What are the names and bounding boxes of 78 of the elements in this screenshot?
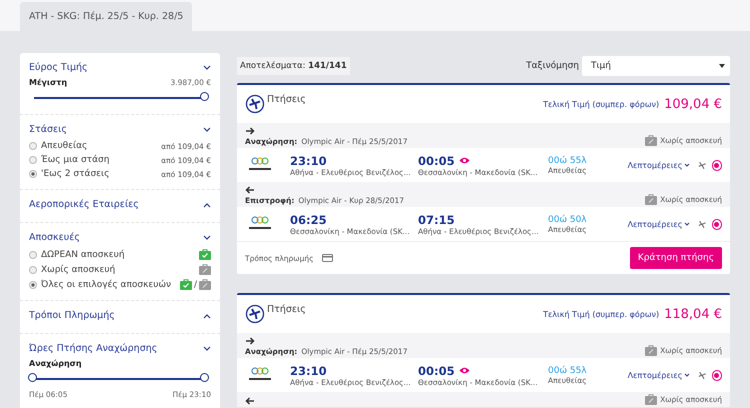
option-label[interactable]: Χωρίς αποσκευή (41, 264, 195, 274)
total-price: 118,04 € (664, 306, 722, 322)
luggage-icon (199, 279, 211, 290)
arrow-right-icon (245, 127, 255, 135)
caret-icon (719, 64, 725, 68)
option-label[interactable]: Όλες οι επιλογές αποσκευών (41, 280, 176, 290)
price-label: Τελική Τιμή (συμπερ. φόρων) (543, 100, 660, 108)
slider-handle[interactable] (200, 92, 209, 101)
caret-icon (684, 222, 690, 226)
credit-card-icon (322, 254, 332, 262)
filter-title[interactable]: Αποσκευές (29, 232, 80, 243)
arrow-left-icon (245, 397, 255, 405)
caret-icon (684, 163, 690, 167)
price-label: Τελική Τιμή (συμπερ. φόρων) (543, 310, 660, 318)
caret-icon (684, 373, 690, 377)
total-price: 109,04 € (664, 96, 722, 112)
radio-button[interactable] (29, 170, 37, 178)
slider-handle[interactable] (28, 373, 37, 382)
chevron-icon[interactable] (203, 346, 211, 352)
radio-button[interactable] (29, 250, 37, 258)
radio-button[interactable] (29, 280, 37, 288)
option-label[interactable]: Απευθείας (41, 141, 158, 151)
details-link[interactable]: Λεπτομέρειες (628, 160, 690, 170)
slider-handle[interactable] (200, 373, 209, 382)
filter-title[interactable]: Αεροπορικές Εταιρείες (29, 199, 139, 210)
luggage-icon (199, 264, 211, 275)
option-label[interactable]: ΔΩΡΕΑΝ αποσκευή (41, 250, 195, 260)
option-label[interactable]: Έως μια στάση (41, 155, 158, 165)
separator-text: / (194, 280, 197, 290)
plane-icon (245, 304, 265, 324)
option-label[interactable]: 'Εως 2 στάσεις (41, 169, 158, 179)
flight-duration: 00ώ 55λ (548, 156, 588, 166)
luggage-check-icon (199, 249, 211, 260)
arrival-time: 07:15 (418, 212, 455, 226)
radio-button[interactable] (29, 266, 37, 274)
card-title: Πτήσεις (267, 94, 306, 105)
chevron-icon[interactable] (203, 312, 211, 318)
slider-label: Μέγιστη (29, 78, 68, 87)
chevron-icon[interactable] (203, 202, 211, 208)
plane-icon (245, 94, 265, 114)
luggage-icon (645, 345, 658, 356)
luggage-icon (645, 194, 658, 205)
filter-title[interactable]: Εύρος Τιμής (29, 62, 88, 73)
flight-duration: 00ώ 55λ (548, 366, 588, 376)
chevron-icon[interactable] (203, 126, 211, 132)
radio-button[interactable] (29, 156, 37, 164)
plane-icon (698, 220, 706, 228)
filter-title[interactable]: Τρόποι Πληρωμής (29, 310, 115, 321)
flight-radio[interactable] (712, 370, 722, 380)
results-count: Αποτελέσματα: 141/141 (237, 57, 350, 75)
radio-button[interactable] (29, 142, 37, 150)
arrow-right-icon (245, 337, 255, 345)
arrival-time: 00:05 (418, 154, 455, 168)
departure-time: 23:10 (290, 364, 328, 378)
departure-time: 06:25 (290, 212, 328, 226)
slider-label: Αναχώρηση (29, 359, 82, 368)
plane-icon (698, 370, 706, 380)
route-tab[interactable]: ATH - SKG: Πέμ. 25/5 - Κυρ. 28/5 (20, 2, 192, 31)
plane-icon (698, 160, 706, 170)
departure-time: 23:10 (290, 154, 328, 168)
sort-label: Ταξινόμηση (526, 61, 579, 71)
details-link[interactable]: Λεπτομέρειες (628, 370, 690, 380)
flight-radio[interactable] (712, 218, 722, 230)
arrival-time: 00:05 (418, 364, 455, 378)
arrow-left-icon (245, 186, 255, 194)
luggage-icon (645, 394, 658, 405)
book-flight-button[interactable]: Κράτηση πτήσης (630, 247, 722, 269)
filter-title[interactable]: Στάσεις (29, 124, 67, 135)
flight-duration: 00ώ 50λ (548, 214, 588, 224)
card-title: Πτήσεις (267, 304, 306, 315)
flight-radio[interactable] (712, 160, 722, 170)
luggage-icon (645, 135, 658, 146)
filter-title[interactable]: Ώρες Πτήσης Αναχώρησης (29, 343, 158, 354)
chevron-icon[interactable] (203, 234, 211, 240)
chevron-icon[interactable] (203, 64, 211, 70)
luggage-check-icon (180, 279, 192, 290)
details-link[interactable]: Λεπτομέρειες (628, 220, 690, 228)
sort-dropdown[interactable]: Τιμή (582, 56, 730, 76)
